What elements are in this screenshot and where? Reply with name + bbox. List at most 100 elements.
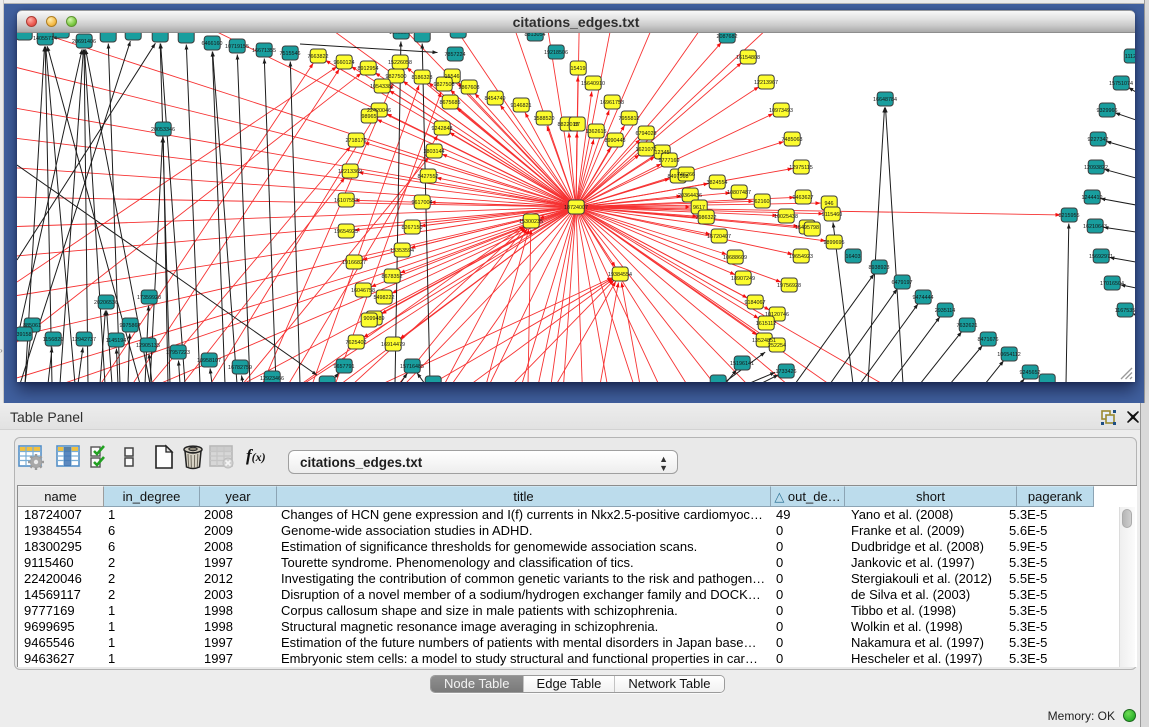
svg-text:252254: 252254 (768, 343, 786, 349)
svg-text:9975867: 9975867 (120, 323, 141, 329)
svg-text:9617004: 9617004 (412, 200, 433, 206)
svg-text:19654923: 19654923 (789, 254, 813, 260)
svg-text:7625402: 7625402 (346, 340, 367, 346)
svg-text:15692971: 15692971 (1089, 254, 1113, 260)
svg-text:885061: 885061 (23, 323, 41, 329)
svg-text:1588520: 1588520 (534, 116, 555, 122)
svg-text:8267150: 8267150 (402, 225, 423, 231)
svg-text:12942737: 12942737 (72, 337, 96, 343)
svg-text:7632621: 7632621 (957, 323, 978, 329)
svg-text:1615112: 1615112 (756, 321, 777, 327)
svg-text:2867608: 2867608 (459, 85, 480, 91)
svg-text:946: 946 (825, 201, 834, 207)
svg-text:7857224: 7857224 (445, 52, 466, 58)
svg-text:39158: 39158 (17, 332, 32, 338)
svg-text:8990448: 8990448 (605, 138, 626, 144)
svg-text:9463627: 9463627 (793, 195, 814, 201)
svg-text:1621072: 1621072 (636, 147, 657, 153)
svg-text:7955812: 7955812 (619, 116, 640, 122)
svg-text:5498222: 5498222 (374, 295, 395, 301)
svg-text:9184067: 9184067 (745, 300, 766, 306)
svg-text:10973493: 10973493 (769, 108, 793, 114)
svg-text:2087682: 2087682 (717, 34, 738, 40)
svg-text:15300235: 15300235 (519, 219, 543, 225)
svg-text:8912954: 8912954 (358, 66, 379, 72)
svg-text:13353594: 13353594 (390, 248, 414, 254)
svg-text:9657791: 9657791 (334, 364, 355, 370)
svg-text:15495798: 15495798 (795, 225, 819, 231)
svg-text:7515546: 7515546 (280, 51, 301, 57)
svg-text:9146821: 9146821 (511, 103, 532, 109)
svg-text:9474444: 9474444 (913, 295, 934, 301)
svg-text:17016504: 17016504 (1100, 281, 1124, 287)
svg-text:6466160: 6466160 (202, 41, 223, 47)
svg-text:20691406: 20691406 (72, 39, 96, 45)
svg-text:15546: 15546 (445, 74, 460, 80)
svg-text:19384554: 19384554 (608, 272, 632, 278)
svg-text:11127: 11127 (1125, 54, 1135, 60)
svg-text:8678352: 8678352 (382, 274, 403, 280)
svg-text:8675685: 8675685 (440, 100, 461, 106)
svg-text:17359928: 17359928 (137, 295, 161, 301)
svg-text:10958107: 10958107 (197, 358, 221, 364)
svg-text:10025438: 10025438 (774, 214, 798, 220)
svg-text:16107553: 16107553 (334, 198, 358, 204)
svg-text:9115460: 9115460 (822, 212, 843, 218)
svg-text:20206536: 20206536 (94, 300, 118, 306)
svg-text:14055714: 14055714 (33, 36, 57, 42)
svg-text:62160: 62160 (755, 199, 770, 205)
svg-text:98965: 98965 (362, 114, 377, 120)
svg-text:9617: 9617 (693, 205, 705, 211)
svg-text:12213369: 12213369 (338, 169, 362, 175)
svg-text:2935114: 2935114 (935, 308, 956, 314)
svg-text:19654925: 19654925 (334, 229, 358, 235)
svg-text:1362615: 1362615 (586, 129, 607, 135)
svg-text:18907249: 18907249 (731, 276, 755, 282)
svg-text:10807487: 10807487 (727, 190, 751, 196)
svg-text:16154808: 16154808 (736, 55, 760, 61)
svg-text:2718176: 2718176 (346, 138, 367, 144)
svg-text:12093822: 12093822 (1084, 165, 1108, 171)
svg-text:7663822: 7663822 (308, 54, 329, 60)
svg-text:10688609: 10688609 (723, 255, 747, 261)
svg-text:19166827: 19166827 (342, 260, 366, 266)
svg-text:7485063: 7485063 (782, 137, 803, 143)
svg-text:12345: 12345 (655, 150, 670, 156)
svg-text:9899695: 9899695 (824, 240, 845, 246)
svg-text:9660124: 9660124 (334, 60, 355, 66)
svg-text:3824554: 3824554 (707, 180, 728, 186)
svg-text:9777169: 9777169 (659, 158, 680, 164)
svg-text:10120746: 10120746 (765, 312, 789, 318)
svg-text:16210643: 16210643 (1083, 224, 1107, 230)
svg-text:9827508: 9827508 (434, 82, 455, 88)
svg-text:16671355: 16671355 (252, 48, 276, 54)
svg-text:20053346: 20053346 (151, 127, 175, 133)
svg-text:12923466: 12923466 (260, 376, 284, 382)
svg-text:8471676: 8471676 (978, 337, 999, 343)
svg-text:18724007: 18724007 (564, 205, 588, 211)
svg-text:1167535: 1167535 (1115, 308, 1135, 314)
svg-text:16046758: 16046758 (351, 288, 375, 294)
svg-text:8938923: 8938923 (869, 265, 890, 271)
svg-text:87: 87 (574, 122, 580, 128)
svg-text:16914479: 16914479 (381, 342, 405, 348)
svg-text:6479197: 6479197 (892, 280, 913, 286)
svg-text:9827500: 9827500 (386, 74, 407, 80)
svg-text:15640910: 15640910 (581, 81, 605, 87)
svg-text:20364436: 20364436 (678, 193, 702, 199)
svg-text:8454749: 8454749 (485, 96, 506, 102)
svg-text:19218506: 19218506 (544, 50, 568, 56)
svg-text:8427552: 8427552 (418, 174, 439, 180)
svg-text:9242848: 9242848 (432, 126, 453, 132)
svg-text:16648784: 16648784 (873, 97, 897, 103)
svg-text:16782759: 16782759 (228, 365, 252, 371)
svg-text:8186328: 8186328 (412, 75, 433, 81)
svg-text:12905135: 12905135 (136, 343, 160, 349)
svg-text:15751074: 15751074 (1109, 81, 1133, 87)
svg-text:15716485: 15716485 (400, 364, 424, 370)
svg-text:1733426: 1733426 (776, 369, 797, 375)
svg-text:9099489: 9099489 (364, 316, 385, 322)
svg-text:746266: 746266 (677, 172, 695, 178)
svg-text:9245652: 9245652 (1020, 370, 1041, 376)
svg-text:9329966: 9329966 (1097, 108, 1118, 114)
